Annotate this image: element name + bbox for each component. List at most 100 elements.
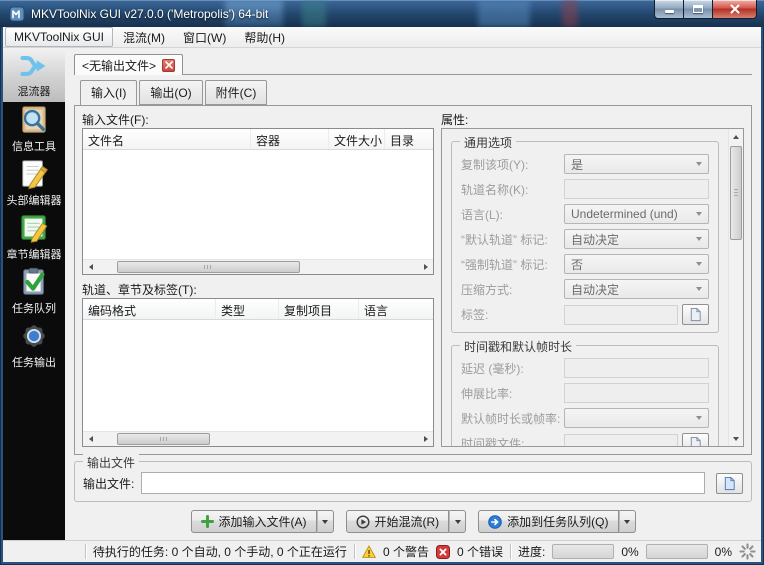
column-header-language[interactable]: 语言 [359, 299, 433, 319]
statusbar: 待执行的任务: 0 个自动, 0 个手动, 0 个正在运行 0 个警告 0 个错… [3, 540, 761, 562]
plus-icon [200, 515, 214, 528]
delay-input[interactable] [564, 358, 709, 378]
minimize-button[interactable] [654, 0, 684, 19]
app-window: MKVToolNix GUI v27.0.0 ('Metropolis') 64… [0, 0, 764, 565]
column-header-container[interactable]: 容器 [251, 129, 329, 149]
stretch-ratio-input[interactable] [564, 383, 709, 403]
timestamps-group: 时间戳和默认帧时长 延迟 (毫秒): 伸展比率: 默认帧时长或帧率: 时间戳文件… [451, 338, 719, 446]
language-label: 语言(L): [461, 207, 504, 222]
column-header-codec[interactable]: 编码格式 [83, 299, 216, 319]
add-to-job-queue-button[interactable]: 添加到任务队列(Q) [478, 510, 619, 533]
titlebar-glass [302, 0, 326, 27]
default-track-flag-select[interactable]: 自动决定 [564, 229, 709, 249]
tags-input[interactable] [564, 304, 678, 325]
start-muxing-split-button: 开始混流(R) [345, 510, 467, 533]
default-duration-select[interactable] [564, 408, 709, 428]
sidebar-item-merge-tool[interactable]: 混流器 [3, 48, 65, 102]
add-source-files-split-button: 添加输入文件(A) [190, 510, 334, 533]
browse-file-icon [690, 307, 701, 322]
close-icon [164, 61, 173, 69]
tab-no-output-file[interactable]: <无输出文件> [74, 54, 184, 75]
scroll-down-icon[interactable] [729, 431, 743, 446]
track-name-input[interactable] [564, 179, 709, 199]
menu-help[interactable]: 帮助(H) [236, 27, 293, 48]
sidebar-item-label: 信息工具 [12, 141, 56, 153]
sidebar-item-label: 任务输出 [12, 357, 56, 369]
sidebar-item-job-output[interactable]: 任务输出 [3, 318, 65, 372]
properties-vscrollbar[interactable] [728, 129, 743, 446]
sidebar-item-label: 混流器 [17, 86, 51, 98]
tab-attachments[interactable]: 附件(C) [204, 80, 268, 105]
tags-browse-button[interactable] [682, 304, 709, 325]
input-files-table-body[interactable] [83, 150, 433, 259]
add-source-files-menu-button[interactable] [316, 510, 334, 533]
statusbar-separator [353, 544, 355, 559]
tracks-table[interactable]: 编码格式 类型 复制项目 语言 [82, 298, 434, 447]
close-button[interactable] [713, 0, 757, 19]
scroll-right-icon[interactable] [418, 432, 433, 446]
timestamp-file-browse-button[interactable] [682, 433, 709, 446]
scroll-left-icon[interactable] [83, 432, 98, 446]
titlebar[interactable]: MKVToolNix GUI v27.0.0 ('Metropolis') 64… [0, 0, 764, 27]
default-track-flag-label: “默认轨道” 标记: [461, 232, 548, 247]
statusbar-separator [509, 544, 511, 559]
compression-select[interactable]: 自动决定 [564, 279, 709, 299]
start-muxing-menu-button[interactable] [449, 510, 467, 533]
progress-bar-current [552, 544, 615, 559]
scrollbar-thumb[interactable] [730, 146, 742, 240]
properties-content: 通用选项 复制该项(Y): 是 轨道名称(K): 语言(L): Undeterm… [442, 129, 728, 446]
error-icon [435, 544, 450, 559]
sidebar-item-chapter-editor[interactable]: 章节编辑器 [3, 210, 65, 264]
chevron-down-icon [696, 416, 702, 420]
scroll-right-icon[interactable] [418, 260, 433, 274]
maximize-icon [693, 5, 703, 13]
tab-output[interactable]: 输出(O) [139, 80, 203, 105]
tracks-table-body[interactable] [83, 320, 433, 431]
copy-item-select[interactable]: 是 [564, 154, 709, 174]
input-files-label: 输入文件(F): [82, 113, 149, 127]
errors-count: 0 个错误 [456, 545, 503, 559]
start-muxing-button[interactable]: 开始混流(R) [345, 510, 450, 533]
track-name-label: 轨道名称(K): [461, 182, 529, 197]
menu-window[interactable]: 窗口(W) [175, 27, 234, 48]
window-title: MKVToolNix GUI v27.0.0 ('Metropolis') 64… [31, 6, 269, 21]
tab-close-button[interactable] [162, 58, 176, 72]
spinner-icon [739, 543, 756, 560]
output-file-browse-button[interactable] [716, 472, 743, 494]
input-files-table[interactable]: 文件名 容器 文件大小 目录 [82, 128, 434, 275]
maximize-button[interactable] [684, 0, 713, 19]
tracks-hscrollbar[interactable] [83, 431, 433, 446]
compression-label: 压缩方式: [461, 282, 513, 297]
tracks-label: 轨道、章节及标签(T): [82, 283, 197, 297]
tab-input[interactable]: 输入(I) [80, 80, 138, 106]
progress-bar-total [645, 544, 708, 559]
column-header-file-size[interactable]: 文件大小 [329, 129, 385, 149]
column-header-type[interactable]: 类型 [216, 299, 279, 319]
column-header-directory[interactable]: 目录 [385, 129, 433, 149]
column-header-file-name[interactable]: 文件名 [83, 129, 251, 149]
chapter-editor-icon [21, 215, 48, 243]
scroll-left-icon[interactable] [83, 260, 98, 274]
scroll-up-icon[interactable] [729, 129, 743, 144]
close-icon [730, 4, 739, 14]
column-header-copy-item[interactable]: 复制项目 [279, 299, 359, 319]
forced-track-flag-select[interactable]: 否 [564, 254, 709, 274]
window-frame: MKVToolNix GUI 混流(M) 窗口(W) 帮助(H) 混流器 信息工… [3, 27, 761, 562]
sidebar-item-info-tool[interactable]: 信息工具 [3, 102, 65, 156]
add-to-job-queue-menu-button[interactable] [618, 510, 636, 533]
timestamp-file-input[interactable] [564, 433, 678, 446]
sidebar-item-job-queue[interactable]: 任务队列 [3, 264, 65, 318]
default-duration-label: 默认帧时长或帧率: [461, 411, 561, 426]
language-select[interactable]: Undetermined (und) [564, 204, 709, 224]
menu-merge[interactable]: 混流(M) [115, 27, 173, 48]
progress-total-value: 0% [714, 544, 732, 559]
output-file-input[interactable] [141, 472, 705, 494]
scrollbar-thumb[interactable] [117, 433, 210, 445]
add-source-files-button[interactable]: 添加输入文件(A) [190, 510, 317, 533]
scrollbar-thumb[interactable] [117, 261, 300, 273]
menu-mkvtoolnix-gui[interactable]: MKVToolNix GUI [5, 27, 114, 47]
sidebar-item-header-editor[interactable]: 头部编辑器 [3, 156, 65, 210]
sidebar: 混流器 信息工具 头部编辑器 章节编辑器 任务队列 任务输出 [3, 48, 65, 540]
input-files-hscrollbar[interactable] [83, 259, 433, 274]
general-options-group: 通用选项 复制该项(Y): 是 轨道名称(K): 语言(L): Undeterm… [451, 134, 719, 333]
